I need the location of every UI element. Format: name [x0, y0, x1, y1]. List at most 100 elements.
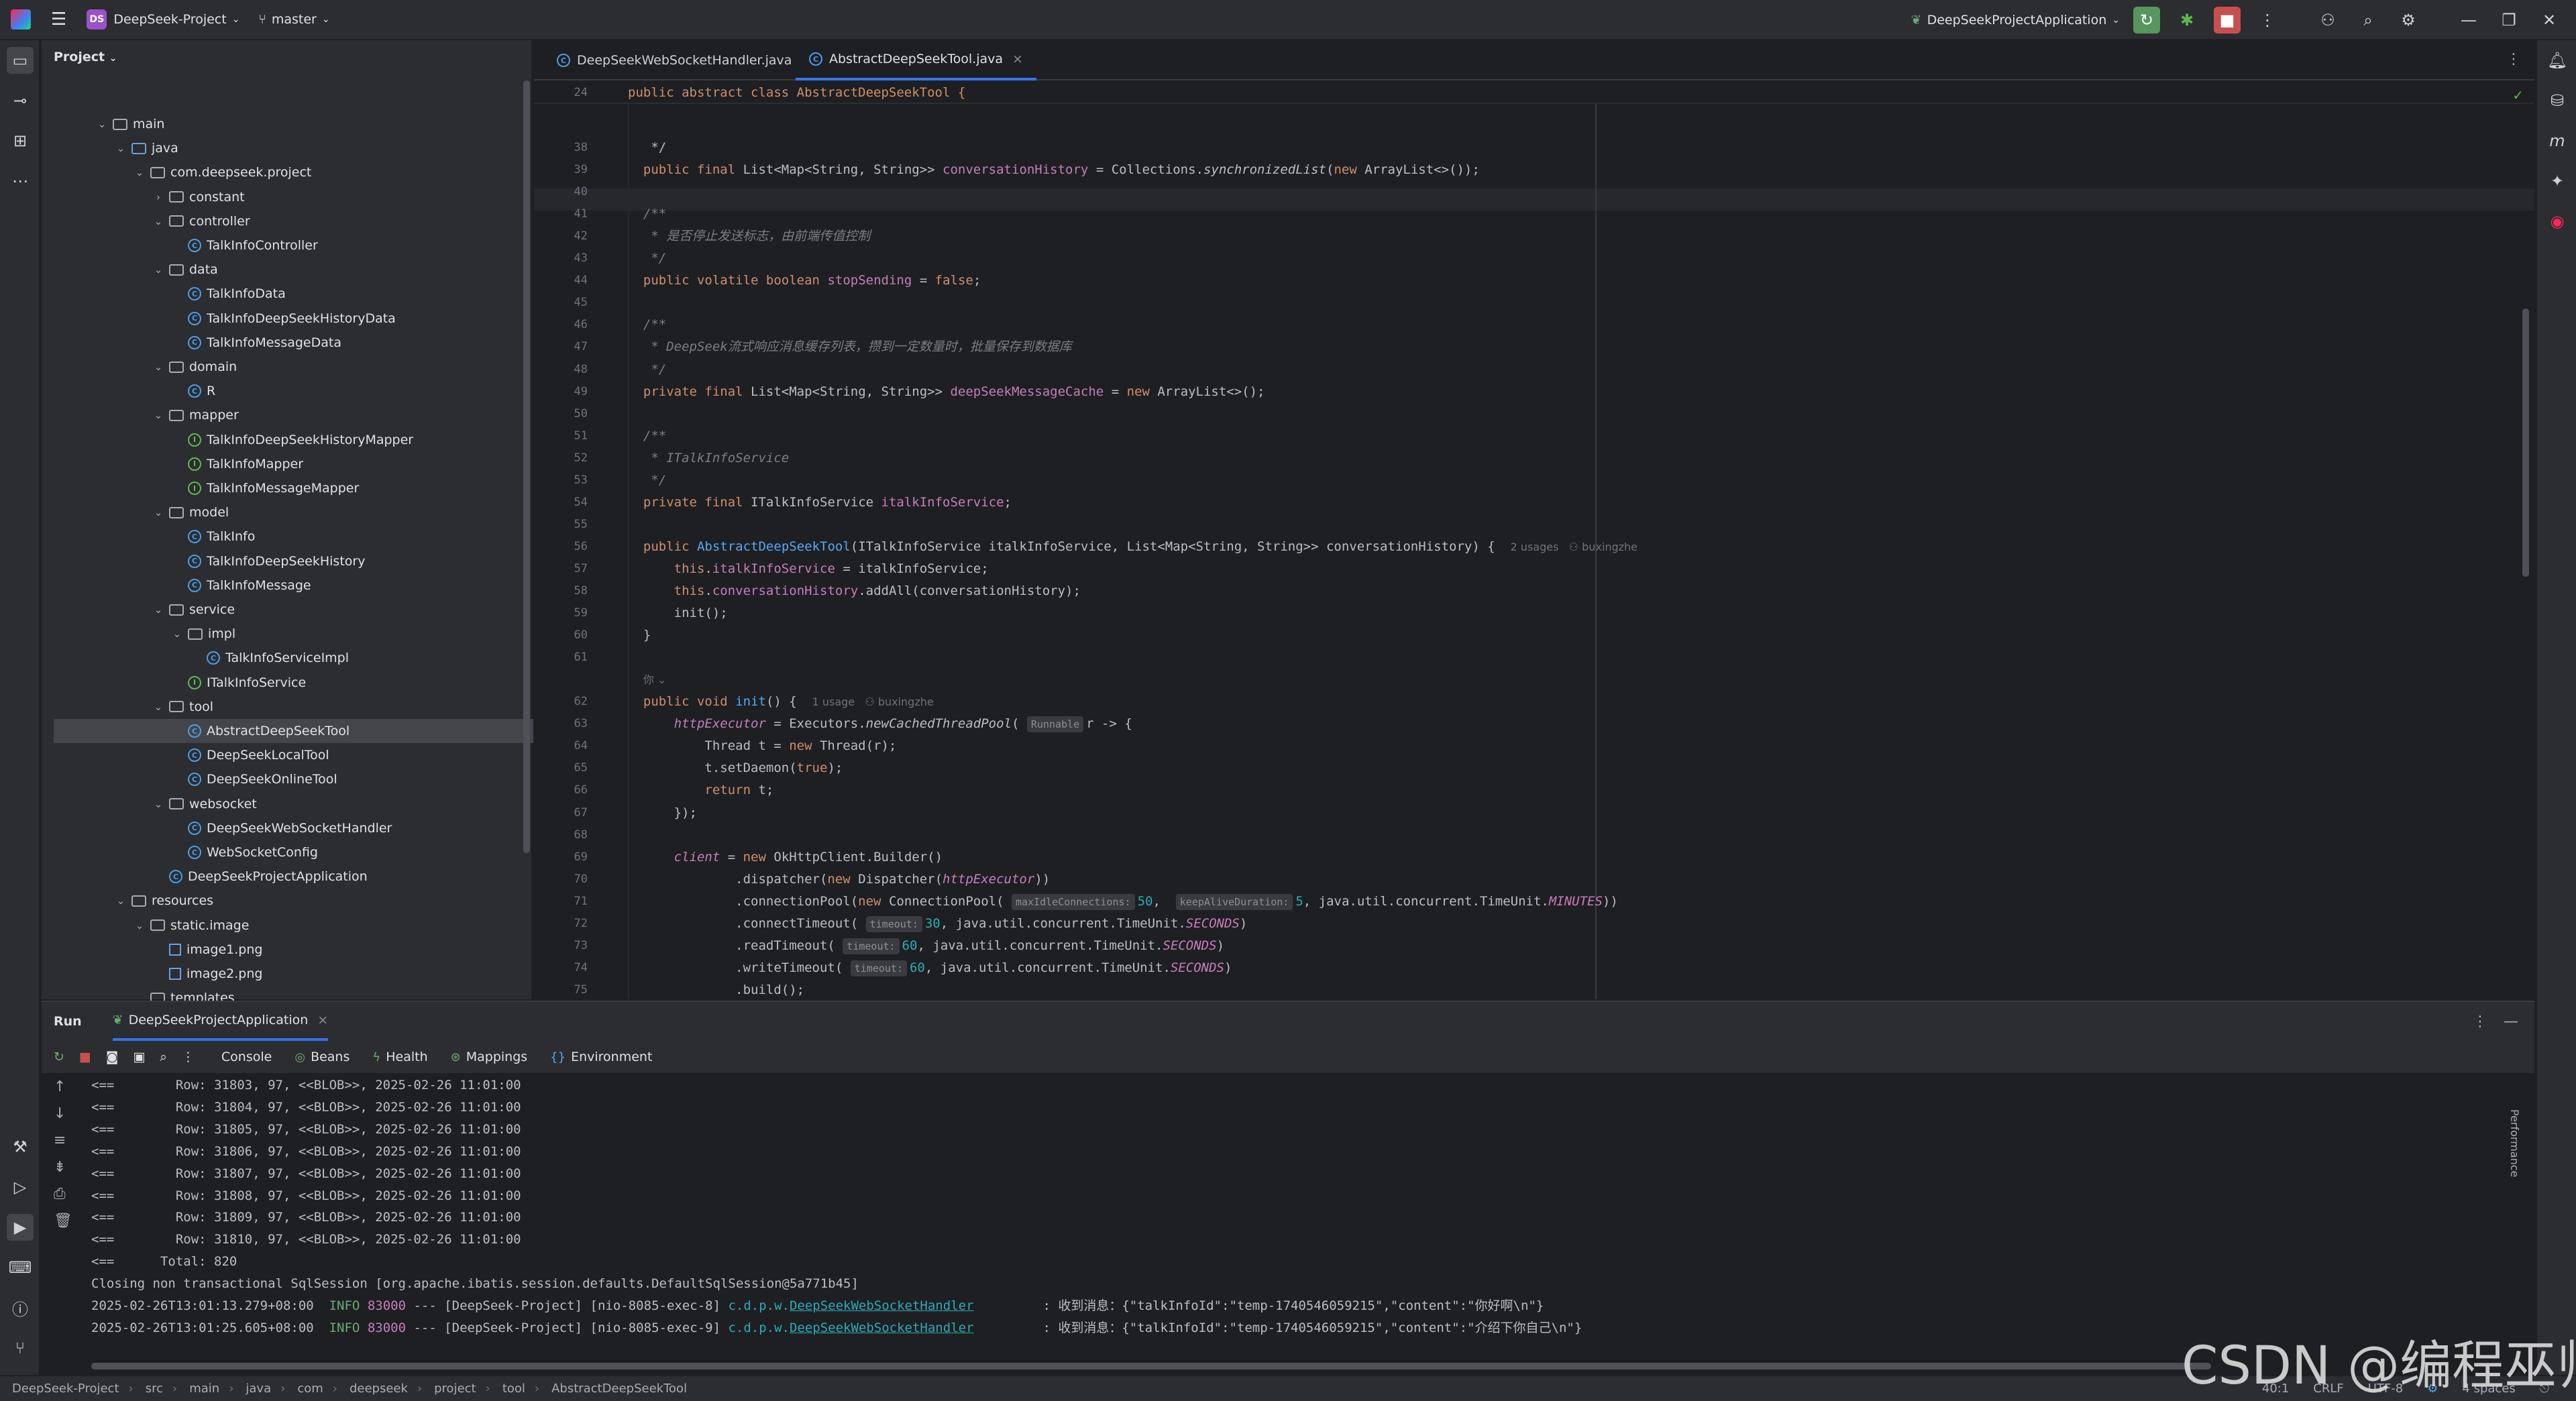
- console-h-scrollbar[interactable]: [91, 1363, 2211, 1369]
- tree-item[interactable]: ⌄ resources: [42, 889, 521, 913]
- app-logo-icon[interactable]: [11, 9, 31, 30]
- chevron-down-icon[interactable]: ⌄: [152, 604, 165, 616]
- ai-assistant-icon[interactable]: ✦: [2544, 168, 2571, 194]
- more-icon[interactable]: ⋮: [2254, 7, 2281, 34]
- tree-item[interactable]: ⌄ impl: [42, 622, 521, 646]
- stop-icon[interactable]: ■: [2214, 7, 2241, 34]
- chevron-down-icon[interactable]: ⌄: [152, 361, 165, 373]
- breadcrumb-item[interactable]: com: [297, 1382, 323, 1396]
- run-options-icon[interactable]: ⋮: [2473, 1013, 2487, 1030]
- tree-item[interactable]: image2.png: [42, 962, 521, 986]
- project-panel-title[interactable]: Project ⌄: [54, 50, 117, 64]
- tree-item[interactable]: C DeepSeekProjectApplication: [42, 864, 521, 889]
- add-user-icon[interactable]: ⚇: [2314, 7, 2341, 34]
- breadcrumb-item[interactable]: deepseek: [350, 1382, 408, 1396]
- more-tools-icon[interactable]: ⋯: [7, 168, 34, 194]
- breadcrumb-item[interactable]: tool: [502, 1382, 525, 1396]
- print-icon[interactable]: ⎙: [54, 1186, 66, 1202]
- run-config-selector[interactable]: ❦ DeepSeekProjectApplication ⌄: [1911, 13, 2120, 27]
- tree-item[interactable]: › constant: [42, 185, 521, 209]
- tree-item[interactable]: I TalkInfoMessageMapper: [42, 476, 521, 500]
- minimize-panel-icon[interactable]: —: [2504, 1013, 2518, 1030]
- tree-item[interactable]: C TalkInfoServiceImpl: [42, 646, 521, 670]
- breadcrumb-item[interactable]: src: [146, 1382, 163, 1396]
- project-switcher[interactable]: DS DeepSeek-Project ⌄: [87, 9, 239, 30]
- terminal-icon[interactable]: ⌨: [7, 1254, 34, 1281]
- tab-abstract-deepseek-tool[interactable]: C AbstractDeepSeekTool.java ×: [796, 40, 1036, 80]
- maven-icon[interactable]: m: [2544, 127, 2571, 154]
- branch-switcher[interactable]: ⑂ master ⌄: [258, 12, 329, 27]
- close-icon[interactable]: ✕: [2536, 7, 2563, 34]
- chevron-down-icon[interactable]: ⌄: [133, 166, 146, 178]
- rerun-icon[interactable]: ↻: [2133, 7, 2160, 34]
- inspect-icon[interactable]: ⌕: [160, 1050, 167, 1064]
- breadcrumb-item[interactable]: main: [189, 1382, 219, 1396]
- tree-item[interactable]: C WebSocketConfig: [42, 840, 521, 864]
- tree-item[interactable]: C DeepSeekOnlineTool: [42, 767, 521, 791]
- tree-item[interactable]: C TalkInfoDeepSeekHistory: [42, 549, 521, 573]
- chevron-down-icon[interactable]: ⌄: [152, 264, 165, 276]
- editor-scrollbar[interactable]: [2522, 309, 2529, 577]
- run-tool-icon[interactable]: ▶: [7, 1214, 34, 1241]
- chevron-down-icon[interactable]: ⌄: [170, 628, 184, 640]
- tree-item[interactable]: ⌄ domain: [42, 355, 521, 379]
- breadcrumb-item[interactable]: AbstractDeepSeekTool: [551, 1382, 687, 1396]
- tree-item[interactable]: C TalkInfoMessage: [42, 573, 521, 598]
- tree-item[interactable]: ⌄ model: [42, 500, 521, 524]
- close-tab-icon[interactable]: ×: [1012, 52, 1023, 66]
- chevron-down-icon[interactable]: ⌄: [114, 895, 127, 907]
- tree-item[interactable]: image1.png: [42, 938, 521, 962]
- tree-item[interactable]: C TalkInfoMessageData: [42, 331, 521, 355]
- minimize-icon[interactable]: —: [2455, 7, 2482, 34]
- tree-item[interactable]: ⌄ tool: [42, 695, 521, 719]
- soft-wrap-icon[interactable]: ≡: [54, 1132, 66, 1149]
- tree-item[interactable]: C TalkInfoDeepSeekHistoryData: [42, 306, 521, 331]
- log-logger-name[interactable]: DeepSeekWebSocketHandler: [790, 1321, 974, 1335]
- commit-icon[interactable]: ⊸: [7, 87, 34, 114]
- chevron-down-icon[interactable]: ⌄: [152, 215, 165, 227]
- tree-item[interactable]: C TalkInfo: [42, 524, 521, 549]
- tree-item[interactable]: ⌄ static.image: [42, 913, 521, 938]
- main-menu-icon[interactable]: ☰: [51, 9, 66, 30]
- tab-options-icon[interactable]: ⋮: [2506, 51, 2521, 68]
- rerun-icon[interactable]: ↻: [54, 1050, 64, 1064]
- chevron-down-icon[interactable]: ⌄: [95, 118, 109, 130]
- tree-item[interactable]: ⌄ mapper: [42, 403, 521, 427]
- structure-icon[interactable]: ⊞: [7, 127, 34, 154]
- problems-icon[interactable]: ⓘ: [7, 1294, 34, 1321]
- tree-item[interactable]: C DeepSeekLocalTool: [42, 743, 521, 767]
- database-icon[interactable]: ⛁: [2544, 87, 2571, 114]
- tree-item[interactable]: ⌄ websocket: [42, 792, 521, 816]
- tree-item[interactable]: C TalkInfoController: [42, 233, 521, 258]
- build-icon[interactable]: ⚒: [7, 1133, 34, 1160]
- git-icon[interactable]: ⑂: [7, 1335, 34, 1361]
- log-logger-name[interactable]: DeepSeekWebSocketHandler: [790, 1298, 974, 1313]
- chevron-down-icon[interactable]: ⌄: [152, 798, 165, 810]
- tab-websocket-handler[interactable]: C DeepSeekWebSocketHandler.java: [543, 40, 805, 80]
- tree-item[interactable]: ⌄ com.deepseek.project: [42, 160, 521, 184]
- restore-icon[interactable]: ❐: [2496, 7, 2522, 34]
- search-icon[interactable]: ⌕: [2355, 7, 2381, 34]
- chevron-down-icon[interactable]: ⌄: [152, 701, 165, 713]
- tree-item[interactable]: I TalkInfoMapper: [42, 452, 521, 476]
- gear-icon[interactable]: ⚙: [2395, 7, 2422, 34]
- tree-item[interactable]: CR: [42, 379, 521, 403]
- trash-icon[interactable]: 🗑︎: [54, 1213, 72, 1229]
- stop-icon[interactable]: ■: [79, 1050, 91, 1064]
- services-icon[interactable]: ▷: [7, 1174, 34, 1200]
- chevron-right-icon[interactable]: ›: [152, 191, 165, 203]
- tree-item[interactable]: C AbstractDeepSeekTool: [54, 719, 533, 743]
- scroll-up-icon[interactable]: ↑: [54, 1078, 66, 1095]
- more-icon[interactable]: ⋮: [182, 1050, 195, 1064]
- chevron-down-icon[interactable]: ⌄: [133, 919, 146, 932]
- tree-item[interactable]: ⌄ data: [42, 258, 521, 282]
- tree-item[interactable]: ⌄ service: [42, 598, 521, 622]
- run-config-tab[interactable]: ❦ DeepSeekProjectApplication ×: [112, 1002, 329, 1041]
- breadcrumb-item[interactable]: java: [246, 1382, 271, 1396]
- tab-console[interactable]: Console: [221, 1050, 272, 1064]
- scroll-down-icon[interactable]: ↓: [54, 1105, 66, 1122]
- tab-beans[interactable]: ◎ Beans: [294, 1050, 350, 1064]
- chevron-down-icon[interactable]: ⌄: [114, 142, 127, 154]
- chevron-down-icon[interactable]: ⌄: [152, 409, 165, 421]
- inspection-ok-icon[interactable]: ✓: [2512, 87, 2524, 103]
